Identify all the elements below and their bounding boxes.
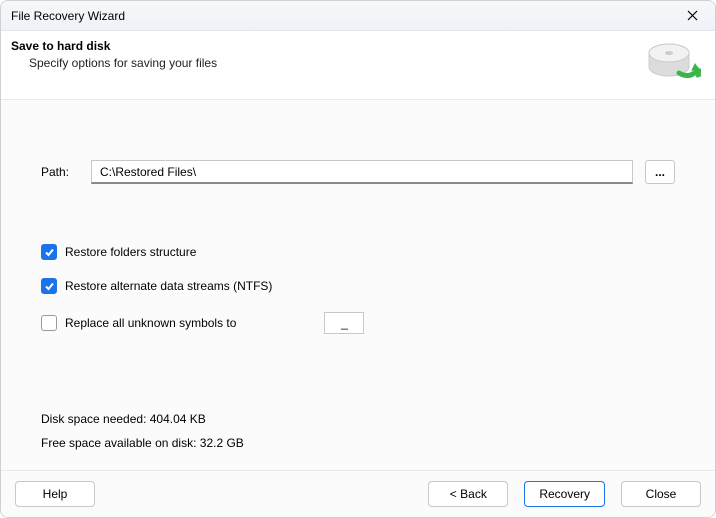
restore-ads-checkbox[interactable] — [41, 278, 57, 294]
disk-info: Disk space needed: 404.04 KB Free space … — [41, 412, 675, 450]
wizard-header: Save to hard disk Specify options for sa… — [1, 31, 715, 100]
browse-button[interactable]: ... — [645, 160, 675, 184]
replace-symbols-row: Replace all unknown symbols to — [41, 312, 675, 334]
harddisk-save-icon — [645, 39, 701, 85]
header-subtitle: Specify options for saving your files — [11, 56, 645, 70]
path-row: Path: ... — [41, 160, 675, 184]
path-input[interactable] — [91, 160, 633, 184]
disk-needed: Disk space needed: 404.04 KB — [41, 412, 675, 426]
replace-symbols-input[interactable] — [324, 312, 364, 334]
close-icon — [687, 10, 698, 21]
restore-folders-row: Restore folders structure — [41, 244, 675, 260]
restore-ads-label: Restore alternate data streams (NTFS) — [65, 279, 272, 293]
restore-ads-row: Restore alternate data streams (NTFS) — [41, 278, 675, 294]
replace-symbols-checkbox[interactable] — [41, 315, 57, 331]
options-group: Restore folders structure Restore altern… — [41, 244, 675, 334]
help-button[interactable]: Help — [15, 481, 95, 507]
header-title: Save to hard disk — [11, 39, 645, 53]
close-button[interactable]: Close — [621, 481, 701, 507]
titlebar: File Recovery Wizard — [1, 1, 715, 31]
recovery-button[interactable]: Recovery — [524, 481, 605, 507]
back-button[interactable]: < Back — [428, 481, 508, 507]
disk-free: Free space available on disk: 32.2 GB — [41, 436, 675, 450]
window-close-button[interactable] — [677, 5, 707, 27]
window-title: File Recovery Wizard — [11, 9, 677, 23]
replace-symbols-label: Replace all unknown symbols to — [65, 316, 236, 330]
restore-folders-label: Restore folders structure — [65, 245, 196, 259]
path-label: Path: — [41, 165, 79, 179]
wizard-footer: Help < Back Recovery Close — [1, 470, 715, 517]
restore-folders-checkbox[interactable] — [41, 244, 57, 260]
wizard-window: File Recovery Wizard Save to hard disk S… — [0, 0, 716, 518]
wizard-body: Path: ... Restore folders structure Rest… — [1, 100, 715, 470]
